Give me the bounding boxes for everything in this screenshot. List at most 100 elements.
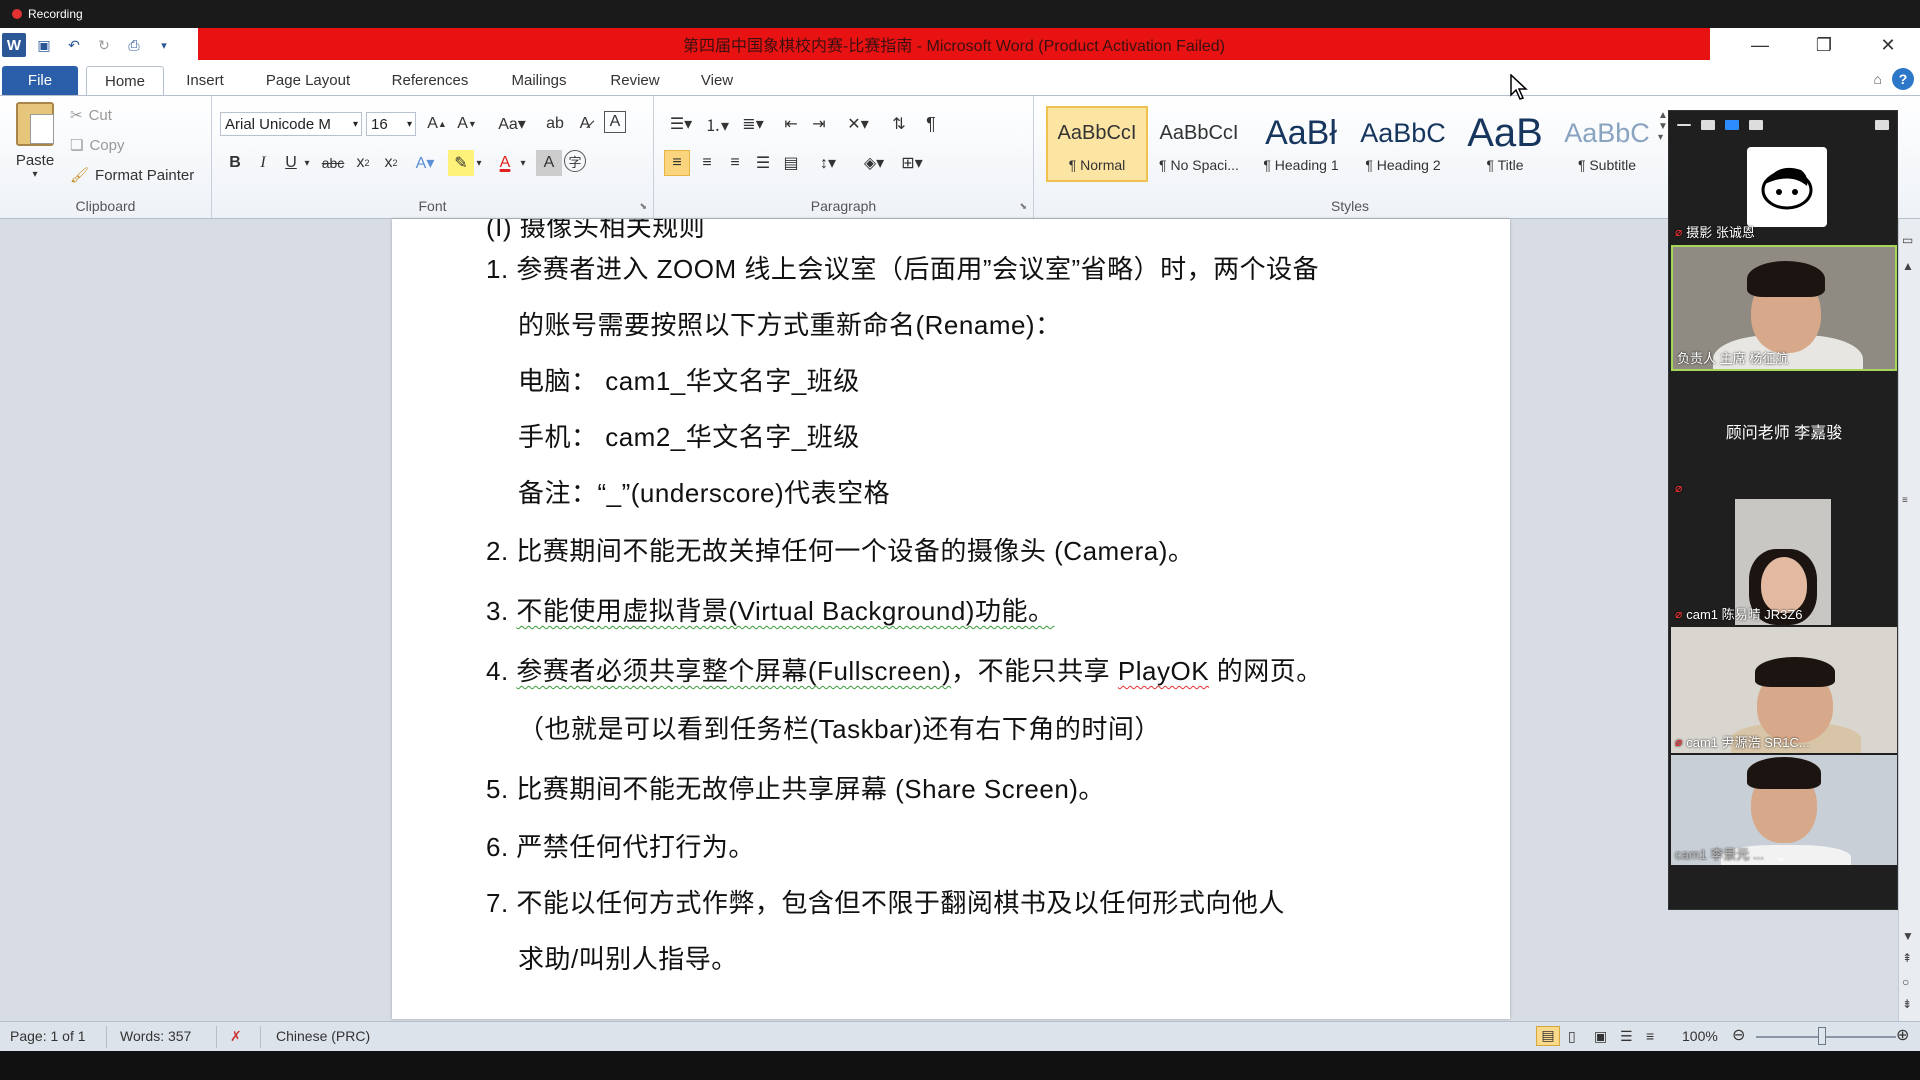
zoom-slider-thumb[interactable] (1818, 1027, 1826, 1045)
align-left-icon[interactable]: ≡ (664, 150, 690, 176)
distributed-icon[interactable]: ▤ (778, 150, 804, 176)
scroll-up-icon[interactable]: ▲ (1902, 259, 1914, 273)
text-effects-icon[interactable]: A▾ (412, 150, 438, 176)
tab-insert[interactable]: Insert (172, 66, 238, 95)
outline-view-icon[interactable]: ☰ (1620, 1028, 1633, 1045)
align-center-icon[interactable]: ≡ (694, 150, 720, 176)
paste-button[interactable]: Paste ▾ (10, 102, 60, 188)
tab-file[interactable]: File (2, 66, 78, 95)
draft-view-icon[interactable]: ≡ (1646, 1028, 1654, 1044)
increase-indent-icon[interactable]: ⇥ (806, 111, 832, 137)
align-right-icon[interactable]: ≡ (722, 150, 748, 176)
participant-tile[interactable]: cam1 李景元 ... ⌄ (1671, 755, 1897, 865)
font-size-select[interactable]: 16 ▾ (366, 112, 416, 136)
phonetic-guide-icon[interactable]: ab (542, 111, 568, 137)
minimize-icon[interactable]: — (1728, 28, 1792, 62)
copy-button[interactable]: ❏ Copy (70, 136, 124, 155)
tab-mailings[interactable]: Mailings (498, 66, 580, 95)
tab-home[interactable]: Home (86, 66, 164, 95)
change-case-icon[interactable]: Aa▾ (494, 111, 530, 137)
tab-references[interactable]: References (380, 66, 480, 95)
next-page-icon[interactable]: ⇟ (1902, 997, 1912, 1011)
minimize-ribbon-icon[interactable]: ⌂ (1874, 71, 1882, 87)
sort-icon[interactable]: ⇅ (886, 111, 912, 137)
ruler-toggle-icon[interactable]: ▭ (1902, 233, 1913, 247)
shrink-font-icon[interactable]: A ▼ (454, 111, 480, 137)
word-count[interactable]: Words: 357 (120, 1028, 191, 1044)
underline-dropdown-icon[interactable]: ▾ (300, 150, 314, 176)
help-icon[interactable]: ? (1892, 68, 1914, 90)
bullets-icon[interactable]: ☰▾ (664, 111, 698, 137)
highlight-icon[interactable]: ✎ (448, 150, 474, 176)
language[interactable]: Chinese (PRC) (276, 1028, 370, 1044)
strikethrough-icon[interactable]: abc (320, 150, 346, 176)
character-shading-icon[interactable]: A (536, 150, 562, 176)
style-heading-2[interactable]: AaBbC ¶ Heading 2 (1352, 106, 1454, 182)
zoom-hide-video-icon[interactable] (1701, 120, 1715, 130)
restore-icon[interactable]: ❐ (1792, 28, 1856, 62)
clear-formatting-icon[interactable]: A̷ (572, 111, 598, 137)
zoom-minimize-icon[interactable] (1677, 124, 1691, 126)
grow-font-icon[interactable]: A ▲ (424, 111, 450, 137)
customize-qat-icon[interactable]: ▾ (152, 33, 176, 57)
close-icon[interactable]: ✕ (1856, 28, 1920, 62)
vertical-scrollbar[interactable]: ▭ ▲ ≡ ▼ ⇞ ○ ⇟ (1898, 219, 1920, 1021)
print-layout-view-icon[interactable]: ▤ (1536, 1026, 1560, 1046)
page-count[interactable]: Page: 1 of 1 (10, 1028, 86, 1044)
previous-page-icon[interactable]: ⇞ (1902, 951, 1912, 965)
font-color-icon[interactable]: A (492, 150, 518, 176)
chevron-down-icon[interactable]: ⌄ (1775, 848, 1787, 865)
font-name-select[interactable]: Arial Unicode M ▾ (220, 112, 362, 136)
zoom-strip-view-icon[interactable] (1725, 120, 1739, 130)
scroll-thumb-icon[interactable]: ≡ (1902, 495, 1908, 506)
enclose-characters-icon[interactable]: 字 (564, 150, 586, 172)
decrease-indent-icon[interactable]: ⇤ (778, 111, 804, 137)
show-paragraph-marks-icon[interactable]: ¶ (918, 111, 944, 137)
highlight-dropdown-icon[interactable]: ▾ (472, 150, 486, 176)
font-color-dropdown-icon[interactable]: ▾ (516, 150, 530, 176)
subscript-icon[interactable]: x2 (350, 150, 376, 176)
borders-icon[interactable]: ⊞▾ (894, 150, 930, 176)
asian-layout-icon[interactable]: ✕▾ (840, 111, 876, 137)
superscript-icon[interactable]: x2 (378, 150, 404, 176)
style-no-spacing[interactable]: AaBbCcI ¶ No Spaci... (1148, 106, 1250, 182)
paragraph-dialog-launcher-icon[interactable]: ⬊ (1019, 201, 1027, 212)
multilevel-list-icon[interactable]: ≣▾ (736, 111, 770, 137)
zoom-gallery-view-icon[interactable] (1749, 120, 1763, 130)
full-screen-reading-icon[interactable]: ▯ (1568, 1028, 1576, 1045)
redo-icon[interactable]: ↻ (92, 33, 116, 57)
font-dialog-launcher-icon[interactable]: ⬊ (639, 201, 647, 212)
save-icon[interactable]: ▣ (32, 33, 56, 57)
proofing-icon[interactable]: ✗ (230, 1028, 242, 1045)
style-title[interactable]: AaB ¶ Title (1454, 106, 1556, 182)
tab-page-layout[interactable]: Page Layout (254, 66, 362, 95)
format-painter-button[interactable]: 🖌 Format Painter (70, 166, 194, 185)
participant-tile[interactable]: 顾问老师 李嘉骏 ⌀ (1671, 373, 1897, 497)
bold-icon[interactable]: B (222, 150, 248, 176)
undo-icon[interactable]: ↶ (62, 33, 86, 57)
paste-dropdown-icon[interactable]: ▾ (32, 169, 37, 180)
document-page[interactable]: (I) 摄像头相关规则 1. 参赛者进入 ZOOM 线上会议室（后面用”会议室”… (392, 219, 1510, 1019)
cut-button[interactable]: ✂ Cut (70, 106, 112, 125)
participant-tile-active[interactable]: 负责人 主席 杨征航 (1671, 245, 1897, 371)
zoom-level[interactable]: 100% (1682, 1028, 1718, 1044)
zoom-slider[interactable] (1756, 1036, 1896, 1038)
word-logo-icon[interactable]: W (2, 33, 26, 57)
scroll-down-icon[interactable]: ▼ (1902, 929, 1914, 943)
participant-tile[interactable]: ⌀ cam1 尹源浩 SR1C... (1671, 627, 1897, 753)
numbering-icon[interactable]: ⒈▾ (700, 111, 734, 137)
zoom-exit-minimize-icon[interactable] (1875, 120, 1889, 130)
select-browse-object-icon[interactable]: ○ (1902, 975, 1909, 989)
line-spacing-icon[interactable]: ↕▾ (810, 150, 846, 176)
participant-tile[interactable]: ⌀ cam1 陈易晴 JR3Z6 (1671, 499, 1897, 625)
justify-icon[interactable]: ☰ (750, 150, 776, 176)
zoom-out-icon[interactable]: ⊖ (1732, 1025, 1745, 1045)
italic-icon[interactable]: I (250, 150, 276, 176)
styles-more-icon[interactable]: ▲ ▼ ▾ (1658, 110, 1668, 143)
zoom-in-icon[interactable]: ⊕ (1896, 1025, 1909, 1045)
style-normal[interactable]: AaBbCcI ¶ Normal (1046, 106, 1148, 182)
tab-view[interactable]: View (690, 66, 744, 95)
tab-review[interactable]: Review (598, 66, 672, 95)
print-preview-icon[interactable]: ⎙ (122, 33, 146, 57)
shading-icon[interactable]: ◈▾ (856, 150, 892, 176)
